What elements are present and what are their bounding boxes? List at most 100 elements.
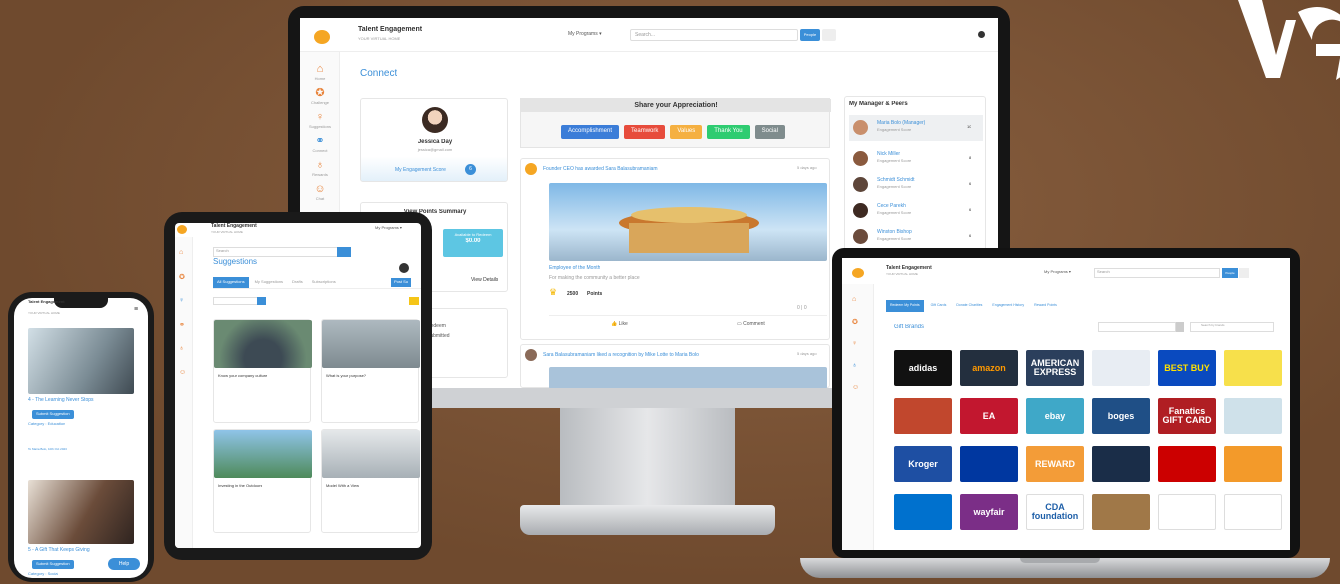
suggestion-card[interactable]: Model With a View — [321, 429, 420, 533]
divider — [549, 315, 827, 316]
gift-card-tile[interactable] — [1224, 398, 1282, 434]
card-image — [322, 320, 420, 368]
suggestion-card[interactable]: Know your company culture — [213, 319, 312, 423]
filter-button[interactable] — [257, 297, 266, 305]
gift-card-tile[interactable] — [960, 446, 1018, 482]
tab-redeem-points[interactable]: Redeem My Points — [886, 300, 924, 312]
gift-card-tile[interactable]: Kroger — [894, 446, 952, 482]
tag-social[interactable]: Social — [754, 125, 785, 139]
chat-icon[interactable]: ☺ — [179, 369, 186, 376]
rewards-icon[interactable]: ♁ — [852, 362, 857, 369]
gift-card-tile[interactable] — [894, 494, 952, 530]
home-icon[interactable]: ⌂ — [852, 296, 856, 303]
gift-card-tile[interactable]: Fanatics GIFT CARD — [1158, 398, 1216, 434]
people-button[interactable]: People — [800, 29, 820, 41]
list-item[interactable]: Cece Parekh Engagement Score 6 — [849, 201, 983, 223]
item-title[interactable]: 5 - A Gift That Keeps Giving — [28, 547, 138, 553]
filter-button[interactable] — [1239, 268, 1249, 278]
filter-button[interactable] — [822, 29, 836, 41]
list-item[interactable]: Maria Bolo (Manager) Engagement Score 10 — [849, 115, 983, 141]
gift-card-tile[interactable]: BEST BUY — [1158, 350, 1216, 386]
gift-card-tile[interactable] — [1158, 494, 1216, 530]
suggestions-icon[interactable]: ♀ — [852, 340, 857, 347]
search-input[interactable]: Search... — [630, 29, 798, 41]
gift-card-tile[interactable]: REWARD — [1026, 446, 1084, 482]
rewards-icon[interactable]: ♁ — [313, 158, 327, 172]
challenge-icon[interactable]: ✪ — [313, 86, 327, 100]
tag-values[interactable]: Values — [670, 125, 703, 139]
gift-card-tile[interactable]: boges — [1092, 398, 1150, 434]
gift-card-tile[interactable]: adidas — [894, 350, 952, 386]
list-item[interactable]: Nick Miller Engagement Score 8 — [849, 149, 983, 171]
tag-thank-you[interactable]: Thank You — [707, 125, 750, 139]
view-details-link[interactable]: View Details — [471, 277, 498, 283]
like-button[interactable]: 👍 Like — [611, 321, 628, 327]
menu-icon[interactable]: ≡ — [134, 306, 138, 313]
programs-dropdown[interactable]: My Programs ▾ — [1044, 270, 1071, 275]
people-button[interactable]: People — [1222, 268, 1238, 278]
gift-card-tile[interactable] — [1092, 446, 1150, 482]
connect-icon[interactable]: ⚭ — [313, 134, 327, 148]
gift-card-tile[interactable]: AMERICAN EXPRESS — [1026, 350, 1084, 386]
list-item[interactable]: Winston Bishop Engagement Score 6 — [849, 227, 983, 249]
notification-icon[interactable] — [978, 31, 985, 38]
gift-card-tile[interactable] — [1158, 446, 1216, 482]
gift-card-tile[interactable]: ebay — [1026, 398, 1084, 434]
item-title[interactable]: 4 - The Learning Never Stops — [28, 397, 138, 403]
chevron-down-icon[interactable] — [1176, 322, 1184, 332]
programs-dropdown[interactable]: My Programs ▾ — [568, 31, 602, 37]
post-author-line: Sara Balasubramaniam liked a recognition… — [543, 352, 699, 358]
chat-icon[interactable]: ☺ — [313, 182, 327, 196]
submit-suggestion-button[interactable]: Submit Suggestion — [32, 560, 74, 569]
comment-button[interactable]: ▭ Comment — [737, 321, 765, 327]
suggestions-icon[interactable]: ♀ — [313, 110, 327, 124]
search-button[interactable] — [337, 247, 351, 257]
tab-subscriptions[interactable]: Subscriptions — [309, 277, 339, 288]
suggestion-card[interactable]: Investing in the Outdoors — [213, 429, 312, 533]
category-select[interactable] — [1098, 322, 1176, 332]
challenge-icon[interactable]: ✪ — [852, 318, 858, 326]
gift-card-tile[interactable]: EA — [960, 398, 1018, 434]
challenge-icon[interactable]: ✪ — [179, 273, 185, 281]
tab-reward-points[interactable]: Reward Points — [1031, 300, 1060, 312]
gift-card-tile[interactable]: amazon — [960, 350, 1018, 386]
gift-brand-grid: adidas amazon AMERICAN EXPRESS BEST BUY EA eb… — [894, 350, 1284, 542]
gift-card-tile[interactable] — [1224, 446, 1282, 482]
gift-card-tile[interactable] — [1092, 494, 1150, 530]
filter-input[interactable] — [213, 297, 263, 305]
list-item[interactable]: Schmidt Schmidt Engagement Score 6 — [849, 175, 983, 197]
chat-icon[interactable]: ☺ — [852, 384, 859, 391]
gift-card-tile[interactable] — [1224, 350, 1282, 386]
home-icon[interactable]: ⌂ — [313, 62, 327, 76]
connect-icon[interactable]: ⚭ — [179, 321, 185, 329]
rewards-icon[interactable]: ♁ — [179, 345, 184, 352]
gift-card-tile[interactable]: CDA foundation — [1026, 494, 1084, 530]
tag-accomplishment[interactable]: Accomplishment — [561, 125, 620, 139]
view-toggle-button[interactable] — [409, 297, 419, 305]
tabs: Redeem My Points Gift Cards Donate Chari… — [886, 300, 1060, 312]
tab-all-suggestions[interactable]: All Suggestions — [213, 277, 249, 288]
submit-suggestion-button[interactable]: Submit Suggestion — [32, 410, 74, 419]
search-input[interactable]: Search — [1094, 268, 1220, 278]
like-label: Like — [618, 321, 628, 327]
tab-donate-charities[interactable]: Donate Charities — [953, 300, 985, 312]
tab-engagement-history[interactable]: Engagement History — [989, 300, 1027, 312]
brand-search-input[interactable]: Search by brands — [1190, 322, 1274, 332]
tab-drafts[interactable]: Drafts — [289, 277, 306, 288]
engagement-score-label[interactable]: My Engagement Score — [395, 167, 446, 173]
tab-my-suggestions[interactable]: My Suggestions — [252, 277, 286, 288]
suggestions-icon[interactable]: ♀ — [179, 297, 184, 304]
suggestion-card[interactable]: What is your purpose? — [321, 319, 420, 423]
gift-card-tile[interactable] — [1092, 350, 1150, 386]
tab-gift-cards[interactable]: Gift Cards — [928, 300, 950, 312]
programs-dropdown[interactable]: My Programs ▾ — [375, 226, 402, 231]
search-input[interactable]: Search — [213, 247, 349, 257]
post-suggestion-button[interactable]: Post Su — [391, 278, 412, 287]
tag-teamwork[interactable]: Teamwork — [624, 125, 666, 139]
home-icon[interactable]: ⌂ — [179, 249, 183, 256]
help-button[interactable]: Help — [108, 558, 140, 570]
gift-card-tile[interactable]: wayfair — [960, 494, 1018, 530]
appreciation-panel: Share your Appreciation! Accomplishment … — [520, 98, 831, 148]
gift-card-tile[interactable] — [894, 398, 952, 434]
gift-card-tile[interactable] — [1224, 494, 1282, 530]
